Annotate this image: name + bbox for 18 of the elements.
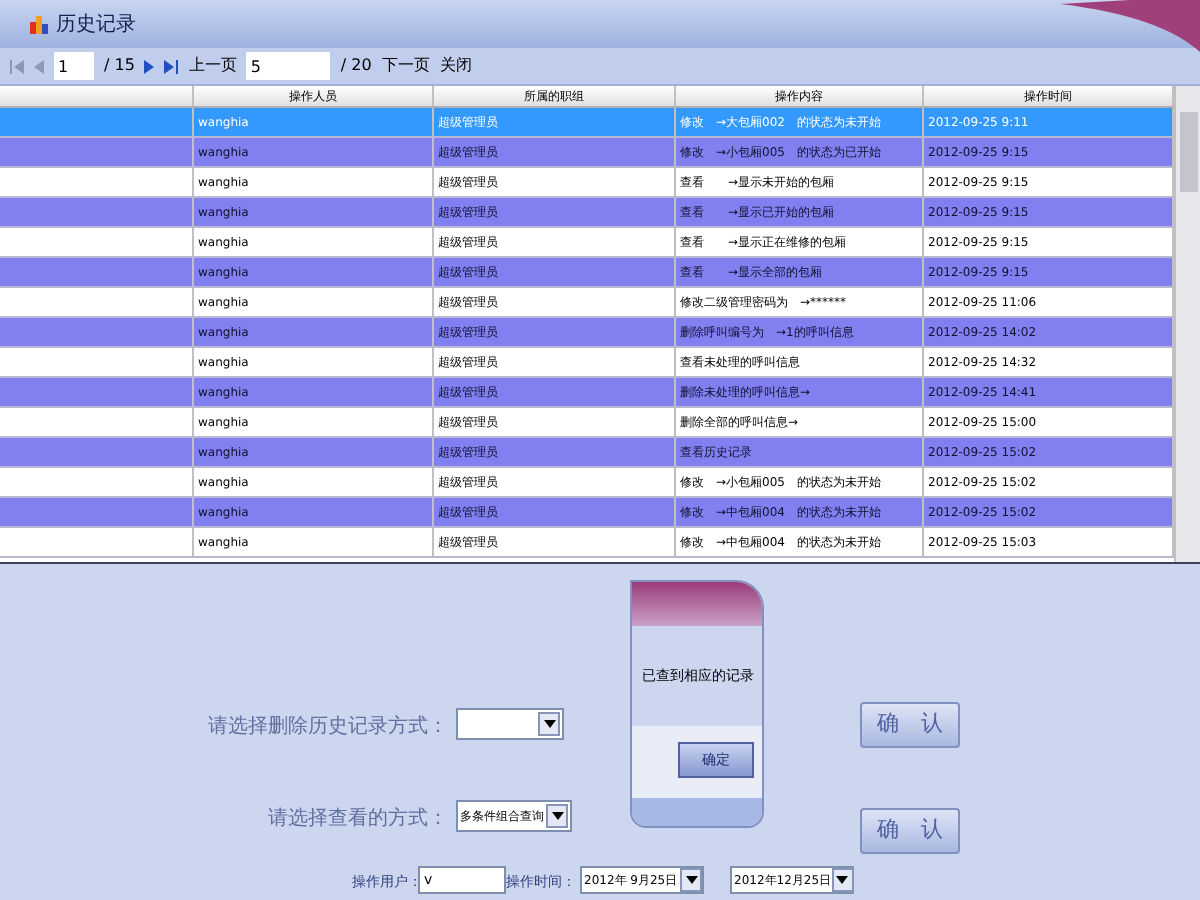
scrollbar[interactable] [1174,86,1200,562]
field-label: 请选择删除历史记录方式： [208,713,448,742]
confirm-button[interactable]: 确 认 [860,702,960,748]
next-page-icon[interactable] [144,59,155,73]
page-field[interactable]: 5 [246,52,331,80]
dialog-footer [632,798,762,826]
close-button[interactable]: 关闭 [439,54,472,78]
window-title: 历史记录 [56,11,136,39]
confirm-button[interactable]: 确 认 [860,808,960,854]
last-page-icon[interactable] [164,59,179,73]
field-label: 请选择查看的方式： [268,805,448,834]
next-page-button[interactable]: 下一页 [381,54,430,78]
app-icon [30,15,48,33]
page-total: / 15 [104,54,135,78]
page-field[interactable]: 1 [54,52,94,80]
prev-page-button[interactable]: 上一页 [188,54,237,78]
dialog-header [632,582,762,626]
page-total: / 20 [340,54,372,78]
